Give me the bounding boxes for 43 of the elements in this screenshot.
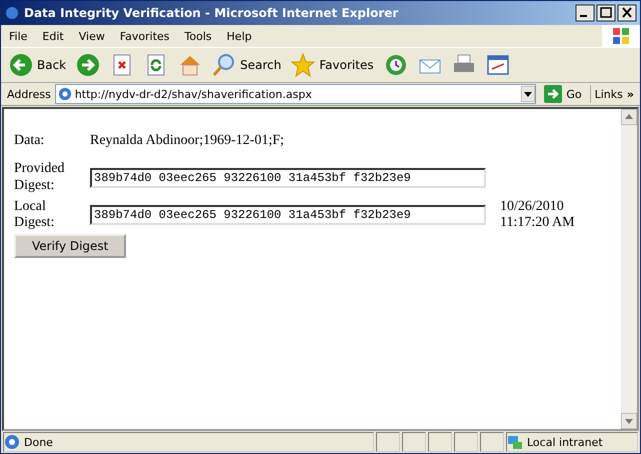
local-digest-field[interactable]: 389b74d0 03eec265 93226100 31a453bf f32b23e9 xyxy=(90,205,486,226)
magnifier-icon xyxy=(212,53,236,77)
status-panel xyxy=(376,432,400,452)
vertical-scrollbar[interactable] xyxy=(621,109,637,429)
back-button[interactable]: Back xyxy=(9,53,66,77)
dropdown-icon[interactable] xyxy=(521,86,536,102)
links-button[interactable]: Links xyxy=(594,88,623,100)
verify-digest-button[interactable]: Verify Digest xyxy=(14,234,126,258)
minimize-icon[interactable] xyxy=(575,4,595,22)
go-button[interactable]: Go xyxy=(540,85,591,103)
scroll-up-icon[interactable] xyxy=(621,109,637,125)
status-panel xyxy=(480,432,504,452)
close-icon[interactable] xyxy=(617,4,637,22)
menu-item[interactable]: Edit xyxy=(42,30,64,42)
status-panel xyxy=(428,432,452,452)
status-text: Done xyxy=(24,436,53,448)
timestamp: 10/26/2010 11:17:20 AM xyxy=(499,198,576,232)
menu-item[interactable]: View xyxy=(78,30,105,42)
more-chevron[interactable]: » xyxy=(626,88,634,100)
menu-item[interactable]: Favorites xyxy=(120,30,170,42)
history-icon[interactable] xyxy=(384,53,408,77)
scroll-down-icon[interactable] xyxy=(621,413,637,429)
zone-text: Local intranet xyxy=(527,436,603,448)
local-digest-label: Local Digest: xyxy=(14,198,56,232)
maximize-icon[interactable] xyxy=(596,4,616,22)
provided-digest-label: Provided Digest: xyxy=(14,161,66,195)
provided-digest-field[interactable]: 389b74d0 03eec265 93226100 31a453bf f32b23e9 xyxy=(90,168,486,188)
data-label: Data: xyxy=(14,132,46,150)
window-title: Data Integrity Verification - Microsoft Internet Explorer xyxy=(24,6,400,20)
menu-item[interactable]: File xyxy=(9,30,28,42)
menu-item[interactable]: Tools xyxy=(184,30,212,42)
data-value: Reynalda Abdinoor;1969-12-01;F; xyxy=(90,132,286,150)
edit-icon[interactable] xyxy=(486,53,510,77)
status-panel xyxy=(454,432,478,452)
address-field[interactable]: http://nydv-dr-d2/shav/shaverification.aspx xyxy=(54,84,536,104)
star-icon xyxy=(291,53,316,77)
home-icon[interactable] xyxy=(178,53,202,77)
menu-item[interactable]: Help xyxy=(226,30,252,42)
address-label: Address xyxy=(7,88,51,100)
network-icon xyxy=(507,434,523,450)
status-panel xyxy=(402,432,426,452)
search-button[interactable]: Search xyxy=(212,53,282,77)
favorites-button[interactable]: Favorites xyxy=(291,53,374,77)
